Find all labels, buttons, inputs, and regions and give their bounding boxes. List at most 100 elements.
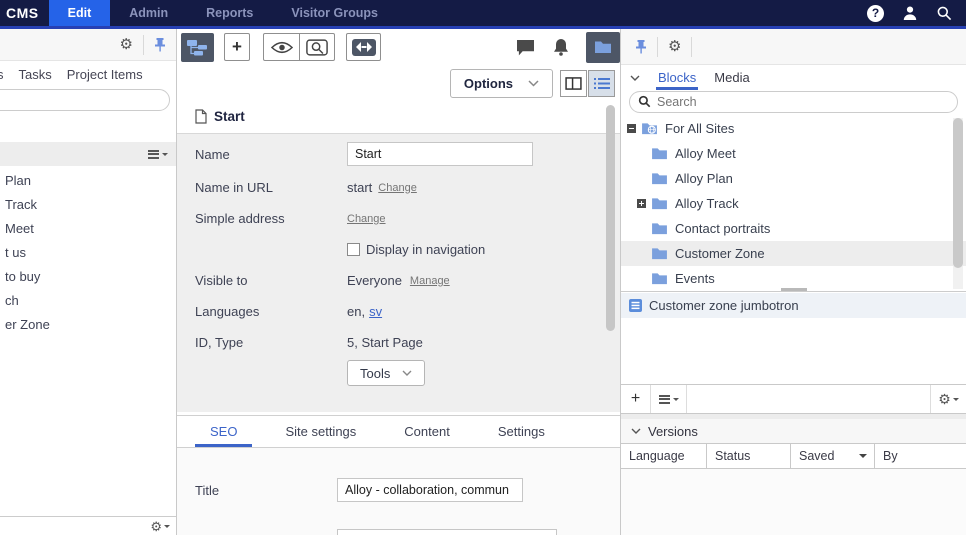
chevron-down-icon	[402, 370, 412, 376]
display-in-navigation-checkbox[interactable]	[347, 243, 360, 256]
search-icon[interactable]	[936, 5, 952, 21]
folder-icon	[651, 147, 668, 160]
preview-zoom-button[interactable]	[299, 34, 334, 60]
name-input[interactable]	[347, 142, 533, 166]
tab-media[interactable]: Media	[714, 65, 749, 90]
cms-logo: CMS	[0, 0, 49, 26]
help-icon[interactable]: ?	[867, 5, 884, 22]
form-row-visible-to: Visible to Everyone Manage	[195, 273, 620, 288]
center-scrollbar-thumb[interactable]	[606, 105, 615, 331]
nav-tab-reports[interactable]: Reports	[187, 0, 272, 26]
list-item[interactable]: to buy	[0, 264, 176, 288]
folder-icon	[651, 247, 668, 260]
versions-table-header: Language Status Saved By	[621, 443, 966, 469]
tab-truncated[interactable]: s	[0, 67, 4, 82]
column-header-status[interactable]: Status	[707, 444, 791, 468]
left-pane-bottom-bar: ⚙	[0, 516, 176, 535]
assets-pin-button[interactable]	[625, 40, 657, 54]
context-menu-icon[interactable]	[148, 148, 168, 160]
column-header-language[interactable]: Language	[621, 444, 707, 468]
left-pane-pin-button[interactable]	[144, 38, 176, 52]
tools-button[interactable]: Tools	[347, 360, 425, 386]
view-mode-button-group	[263, 33, 335, 61]
column-header-saved[interactable]: Saved	[791, 444, 875, 468]
versions-section-header[interactable]: Versions	[621, 419, 966, 443]
options-button[interactable]: Options	[450, 69, 553, 98]
list-item[interactable]: Meet	[0, 216, 176, 240]
blocks-settings-button[interactable]: ⚙	[930, 385, 966, 413]
seo-next-input[interactable]	[337, 529, 557, 535]
gear-icon[interactable]: ⚙	[150, 520, 162, 533]
collapse-node-icon[interactable]	[627, 124, 636, 133]
blocks-action-bar: + ⚙	[621, 384, 966, 414]
toggle-navigation-button[interactable]	[181, 33, 214, 62]
resize-handle[interactable]	[781, 288, 807, 291]
seo-title-input[interactable]	[337, 478, 523, 502]
list-item[interactable]: Track	[0, 192, 176, 216]
nav-tab-admin[interactable]: Admin	[110, 0, 187, 26]
field-label: Languages	[195, 304, 347, 319]
form-row-title: Title	[195, 478, 620, 502]
notifications-button[interactable]	[544, 38, 578, 56]
tree-scrollbar-thumb[interactable]	[953, 118, 963, 268]
tab-settings[interactable]: Settings	[483, 416, 560, 447]
pin-icon	[635, 40, 647, 54]
pane-resize-divider[interactable]	[621, 291, 966, 293]
list-view-button[interactable]	[588, 70, 615, 97]
sort-descending-icon	[859, 454, 867, 462]
tab-blocks[interactable]: Blocks	[656, 65, 698, 90]
add-content-button[interactable]: +	[224, 33, 250, 61]
toggle-assets-pane-button[interactable]	[586, 32, 620, 63]
nav-tab-visitor-groups[interactable]: Visitor Groups	[272, 0, 397, 26]
preview-button[interactable]	[264, 34, 299, 60]
tree-item-for-all-sites[interactable]: For All Sites	[621, 116, 966, 141]
chevron-down-icon	[630, 75, 640, 81]
tab-tasks[interactable]: Tasks	[19, 67, 52, 82]
list-item[interactable]: t us	[0, 240, 176, 264]
tree-item-alloy-plan[interactable]: Alloy Plan	[621, 166, 966, 191]
change-simple-address-link[interactable]: Change	[347, 213, 386, 225]
manage-visibility-link[interactable]: Manage	[410, 275, 450, 287]
compare-versions-button[interactable]	[346, 33, 381, 61]
add-block-button[interactable]: +	[621, 385, 651, 413]
tree-item-alloy-track[interactable]: Alloy Track	[621, 191, 966, 216]
language-sv-link[interactable]: sv	[369, 304, 382, 319]
tab-content[interactable]: Content	[389, 416, 465, 447]
tree-item-alloy-meet[interactable]: Alloy Meet	[621, 141, 966, 166]
left-pane-settings-button[interactable]: ⚙	[110, 37, 143, 52]
column-header-by[interactable]: By	[875, 444, 966, 468]
list-item[interactable]: ch	[0, 288, 176, 312]
tree-item-customer-zone[interactable]: Customer Zone	[621, 241, 966, 266]
blocks-tree: For All Sites Alloy Meet Alloy Plan Allo…	[621, 116, 966, 291]
navigation-pane: ⚙ s Tasks Project Items Plan Track Meet …	[0, 29, 177, 535]
collapse-blocks-button[interactable]	[630, 65, 640, 90]
content-editing-pane: + Options	[177, 29, 620, 535]
list-item[interactable]: er Zone	[0, 312, 176, 336]
tab-seo[interactable]: SEO	[195, 416, 252, 447]
split-view-button[interactable]	[560, 70, 587, 97]
page-icon	[195, 109, 207, 124]
user-icon[interactable]	[902, 5, 918, 21]
form-row-name-in-url: Name in URL start Change	[195, 180, 620, 195]
comments-button[interactable]	[507, 39, 544, 56]
change-url-link[interactable]: Change	[378, 182, 417, 194]
list-options-button[interactable]	[651, 385, 687, 413]
menu-icon	[659, 393, 679, 405]
assets-settings-button[interactable]: ⚙	[658, 39, 691, 54]
field-label: ID, Type	[195, 335, 347, 350]
form-row-tools: Tools	[195, 360, 620, 386]
selected-page-row[interactable]	[0, 142, 176, 166]
tree-item-contact-portraits[interactable]: Contact portraits	[621, 216, 966, 241]
tab-project-items[interactable]: Project Items	[67, 67, 143, 82]
page-properties-form: Name Name in URL start Change Simple add…	[177, 133, 620, 412]
tab-site-settings[interactable]: Site settings	[270, 416, 371, 447]
comment-icon	[516, 39, 535, 56]
blocks-search-input[interactable]	[629, 91, 958, 113]
block-item-customer-zone-jumbotron[interactable]: Customer zone jumbotron	[621, 293, 966, 318]
pages-search-input[interactable]	[0, 89, 170, 111]
tree-scrollbar[interactable]	[953, 118, 963, 289]
expand-node-icon[interactable]	[637, 199, 646, 208]
left-pane-tabs: s Tasks Project Items	[0, 61, 176, 87]
nav-tab-edit[interactable]: Edit	[49, 0, 111, 26]
list-item[interactable]: Plan	[0, 168, 176, 192]
